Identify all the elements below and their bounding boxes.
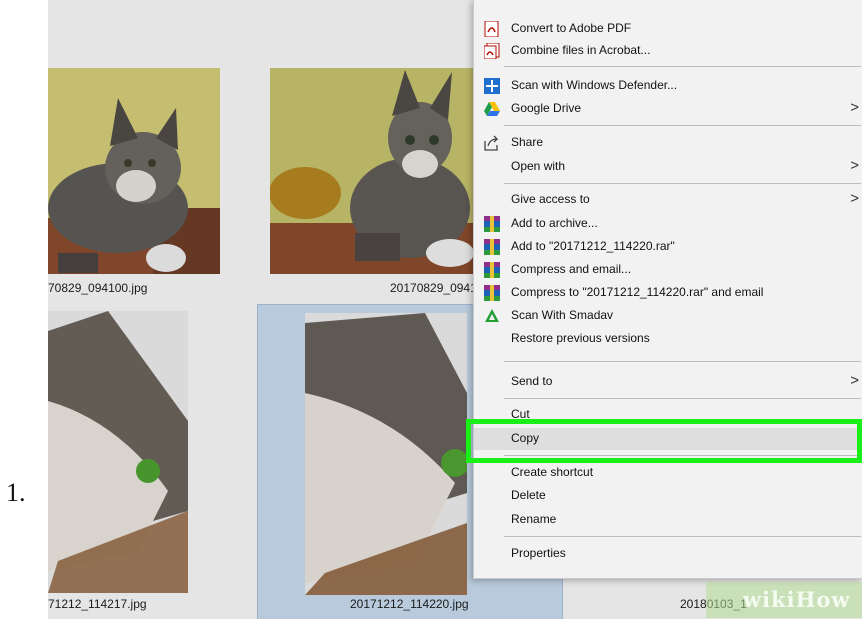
menu-item-label: Scan with Windows Defender... <box>511 78 678 92</box>
menu-item-rename[interactable]: Rename <box>474 509 862 531</box>
file-item[interactable]: 70829_094100.jpg <box>48 68 220 298</box>
menu-separator <box>504 536 861 537</box>
chevron-right-icon: > <box>850 157 859 174</box>
winrar-icon <box>484 239 500 255</box>
context-menu: Convert to Adobe PDF Combine files in Ac… <box>473 0 862 579</box>
windows-defender-icon <box>484 78 500 94</box>
share-icon <box>484 135 500 151</box>
cat-photo-icon <box>48 311 188 593</box>
watermark-text: wikiHow <box>743 587 851 612</box>
winrar-icon <box>484 285 500 301</box>
menu-item-share[interactable]: Share <box>474 132 862 154</box>
smadav-icon <box>484 308 500 324</box>
menu-item-give-access-to[interactable]: Give access to > <box>474 189 862 211</box>
file-thumbnail <box>305 313 467 595</box>
menu-item-label: Restore previous versions <box>511 331 650 345</box>
menu-item-open-with[interactable]: Open with > <box>474 156 862 178</box>
menu-separator <box>504 125 861 126</box>
file-item[interactable]: 71212_114217.jpg <box>48 308 220 613</box>
menu-item-label: Convert to Adobe PDF <box>511 21 632 35</box>
menu-item-scan-with-smadav[interactable]: Scan With Smadav <box>474 305 862 327</box>
menu-separator <box>504 66 861 67</box>
menu-item-label: Share <box>511 135 544 149</box>
chevron-right-icon: > <box>850 99 859 116</box>
menu-item-convert-to-adobe-pdf[interactable]: Convert to Adobe PDF <box>474 18 862 40</box>
menu-item-label: Add to archive... <box>511 216 598 230</box>
menu-item-create-shortcut[interactable]: Create shortcut <box>474 462 862 484</box>
menu-item-restore-previous-versions[interactable]: Restore previous versions <box>474 328 862 350</box>
menu-item-label: Delete <box>511 488 546 502</box>
menu-item-label: Combine files in Acrobat... <box>511 43 651 57</box>
menu-item-label: Give access to <box>511 192 590 206</box>
menu-item-compress-to-rar-and-email[interactable]: Compress to "20171212_114220.rar" and em… <box>474 282 862 304</box>
cat-photo-icon <box>270 70 475 274</box>
menu-item-combine-files-in-acrobat[interactable]: Combine files in Acrobat... <box>474 40 862 62</box>
menu-item-label: Compress and email... <box>511 262 632 276</box>
menu-item-delete[interactable]: Delete <box>474 485 862 507</box>
wikihow-watermark: wikiHow <box>706 582 862 618</box>
cat-photo-icon <box>305 313 467 595</box>
menu-item-label: Create shortcut <box>511 465 594 479</box>
file-thumbnail <box>48 68 220 274</box>
google-drive-icon <box>484 101 500 117</box>
menu-item-google-drive[interactable]: Google Drive > <box>474 98 862 120</box>
menu-item-label: Rename <box>511 512 557 526</box>
menu-item-label: Add to "20171212_114220.rar" <box>511 239 675 253</box>
menu-item-compress-and-email[interactable]: Compress and email... <box>474 259 862 281</box>
menu-item-add-to-archive[interactable]: Add to archive... <box>474 213 862 235</box>
file-thumbnail <box>270 68 475 274</box>
step-number: 1. <box>6 478 26 507</box>
menu-item-properties[interactable]: Properties <box>474 543 862 565</box>
menu-item-label: Compress to "20171212_114220.rar" and em… <box>511 285 764 299</box>
cat-photo-icon <box>48 98 220 274</box>
menu-item-label: Send to <box>511 374 553 388</box>
adobe-pdf-icon <box>484 20 500 38</box>
menu-item-add-to-rar[interactable]: Add to "20171212_114220.rar" <box>474 236 862 258</box>
acrobat-combine-icon <box>483 42 500 60</box>
menu-item-label: Scan With Smadav <box>511 308 614 322</box>
menu-separator <box>504 398 861 399</box>
menu-item-send-to[interactable]: Send to > <box>474 371 862 393</box>
copy-highlight-outline <box>466 419 862 463</box>
file-name: 20171212_114220.jpg <box>350 597 469 611</box>
menu-item-label: Properties <box>511 546 566 560</box>
winrar-icon <box>484 216 500 232</box>
winrar-icon <box>484 262 500 278</box>
menu-separator <box>504 183 861 184</box>
chevron-right-icon: > <box>850 372 859 389</box>
menu-separator <box>504 361 861 362</box>
menu-item-label: Open with <box>511 159 566 173</box>
file-thumbnail <box>48 311 188 593</box>
file-name: 70829_094100.jpg <box>48 281 148 295</box>
menu-item-scan-with-windows-defender[interactable]: Scan with Windows Defender... <box>474 75 862 97</box>
file-name: 71212_114217.jpg <box>48 597 147 611</box>
menu-item-label: Google Drive <box>511 101 582 115</box>
chevron-right-icon: > <box>850 190 859 207</box>
